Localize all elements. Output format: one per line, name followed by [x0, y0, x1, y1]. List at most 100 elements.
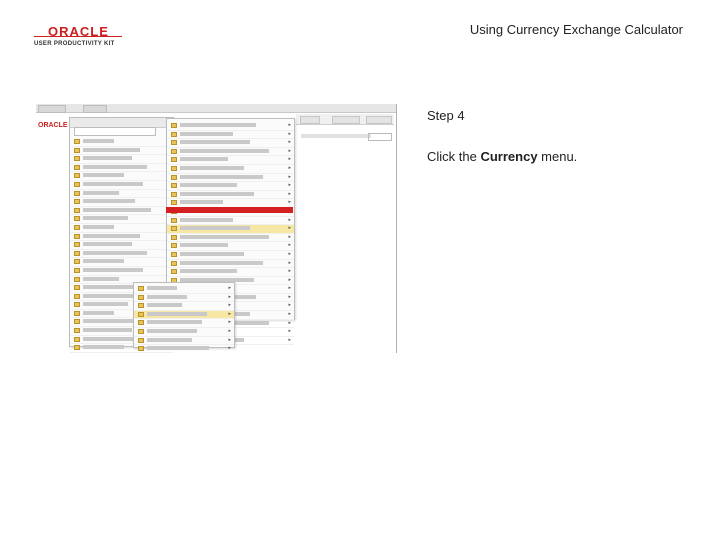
step-instruction: Click the Currency menu.	[427, 149, 577, 164]
menu-item-label	[83, 310, 114, 315]
menu-search-input[interactable]	[74, 127, 156, 136]
submenu-arrow-icon: ▸	[288, 147, 291, 154]
menu-item-label	[147, 311, 207, 316]
folder-icon	[74, 328, 80, 334]
menu-item-label	[83, 216, 129, 221]
menu-item-label	[83, 199, 135, 204]
folder-icon	[138, 303, 144, 309]
menu-item-label	[180, 243, 229, 248]
menu-item[interactable]: ▸	[70, 155, 173, 164]
worklist-tab[interactable]	[300, 116, 320, 124]
menu-item[interactable]: ▸	[167, 191, 294, 200]
submenu-arrow-icon: ▸	[288, 285, 291, 292]
menu-item[interactable]: ▸	[70, 172, 173, 181]
menu-item[interactable]: ▸	[134, 294, 234, 303]
menu-item[interactable]: ▸	[167, 217, 294, 226]
menu-item-label	[83, 207, 151, 212]
menu-item[interactable]: ▸	[70, 207, 173, 216]
menu-item[interactable]: ▸	[167, 122, 294, 131]
folder-icon	[171, 174, 177, 180]
menu-item-label	[83, 242, 133, 247]
menu-item[interactable]: ▸	[70, 181, 173, 190]
menu-item[interactable]: ▸	[167, 260, 294, 269]
menu-item[interactable]: ▸	[134, 285, 234, 294]
submenu-arrow-icon: ▸	[288, 302, 291, 309]
menu-item[interactable]: ▸	[134, 345, 234, 353]
submenu-arrow-icon: ▸	[228, 293, 231, 300]
folder-icon	[74, 224, 80, 230]
menu-item[interactable]: ▸	[70, 215, 173, 224]
menu-item[interactable]: ▸	[134, 328, 234, 337]
menu-item[interactable]: ▸	[70, 138, 173, 147]
menu-item-label	[180, 260, 263, 265]
menu-item[interactable]: ▸	[167, 234, 294, 243]
menu-item[interactable]: ▸	[167, 268, 294, 277]
menu-item[interactable]: ▸	[70, 164, 173, 173]
main-menu-tab[interactable]	[83, 105, 107, 113]
menu-item[interactable]: ▸	[167, 242, 294, 251]
document-title: Using Currency Exchange Calculator	[469, 22, 683, 37]
menu-item-label	[83, 164, 147, 169]
menu-item-label	[83, 233, 140, 238]
menu-item[interactable]: ▸	[70, 233, 173, 242]
menu-item-label	[147, 328, 197, 333]
menu-item[interactable]: ▸	[167, 174, 294, 183]
layout-box[interactable]	[368, 133, 392, 141]
folder-icon	[74, 276, 80, 282]
menu-item-label	[180, 165, 244, 170]
menu-item-label	[180, 157, 229, 162]
menu-item[interactable]: ▸	[70, 250, 173, 259]
folder-icon	[171, 226, 177, 232]
folder-icon	[74, 207, 80, 213]
logo-rule	[34, 36, 122, 37]
menu-item[interactable]: ▸	[134, 337, 234, 346]
menu-item[interactable]: ▸	[167, 165, 294, 174]
folder-icon	[138, 286, 144, 291]
menu-item[interactable]: ▸	[167, 148, 294, 157]
menu-item-label	[147, 320, 202, 325]
folder-icon	[171, 123, 177, 128]
menu-item[interactable]: ▸	[167, 251, 294, 260]
submenu-level-3-items: ▸ ▸ ▸ ▸ ▸ ▸ ▸ ▸	[134, 285, 234, 353]
menu-item[interactable]: ▸	[134, 310, 234, 320]
folder-icon	[171, 243, 177, 249]
submenu-arrow-icon: ▸	[288, 216, 291, 223]
menu-item[interactable]: ▸	[134, 302, 234, 311]
menu-item[interactable]: ▸	[70, 190, 173, 199]
folder-icon	[74, 233, 80, 239]
menu-item-label	[180, 183, 238, 188]
folder-icon	[171, 131, 177, 137]
personalize-content-link[interactable]	[301, 134, 371, 138]
menu-item[interactable]: ▸	[167, 131, 294, 140]
menu-item[interactable]: ▸	[70, 224, 173, 233]
submenu-arrow-icon: ▸	[288, 328, 291, 335]
submenu-arrow-icon: ▸	[228, 302, 231, 309]
menu-item[interactable]: ▸	[167, 182, 294, 191]
folder-icon	[171, 251, 177, 257]
menu-item[interactable]: ▸	[70, 147, 173, 156]
submenu-arrow-icon: ▸	[288, 225, 291, 232]
submenu-arrow-icon: ▸	[288, 319, 291, 326]
menu-item[interactable]: ▸	[167, 225, 294, 234]
menu-item[interactable]: ▸	[70, 241, 173, 250]
folder-icon	[74, 293, 80, 299]
menu-item[interactable]: ▸	[70, 267, 173, 276]
menu-item[interactable]: ▸	[134, 319, 234, 328]
menu-item[interactable]: ▸	[167, 156, 294, 165]
menu-item[interactable]: ▸	[70, 258, 173, 267]
submenu-arrow-icon: ▸	[288, 259, 291, 266]
folder-icon	[74, 199, 80, 205]
menu-item-label	[180, 148, 269, 153]
step-label: Step 4	[427, 108, 465, 123]
app-top-bar	[36, 104, 396, 113]
menu-item-label	[180, 226, 250, 231]
folder-icon	[138, 337, 144, 343]
currency-menu-highlight[interactable]	[166, 207, 293, 213]
add-favorites-tab[interactable]	[332, 116, 360, 124]
menu-item-label	[83, 190, 120, 195]
sign-out-tab[interactable]	[366, 116, 392, 124]
favorites-menu-tab[interactable]	[38, 105, 66, 113]
menu-item[interactable]: ▸	[70, 198, 173, 207]
submenu-level-3[interactable]: ▸ ▸ ▸ ▸ ▸ ▸ ▸ ▸	[133, 282, 235, 353]
menu-item[interactable]: ▸	[167, 139, 294, 148]
